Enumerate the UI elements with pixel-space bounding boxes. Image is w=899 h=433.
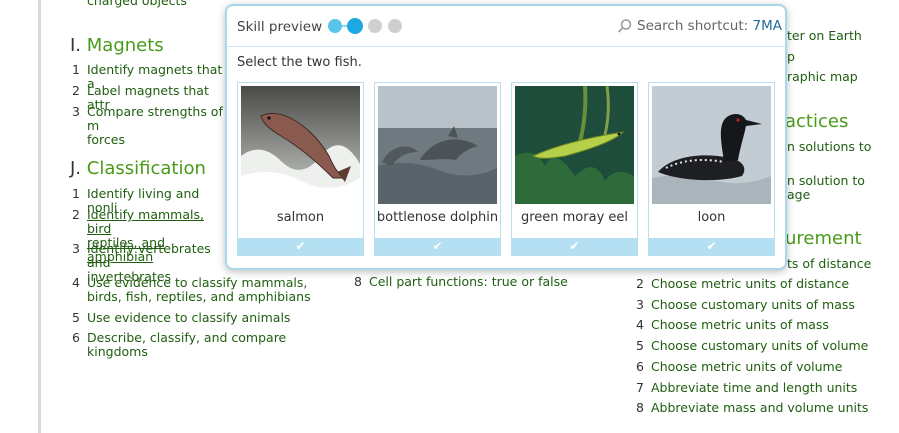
check-icon: ✔ [375,238,500,255]
page-left-border [38,0,41,433]
skill-preview-popup: Skill preview Search shortcut: 7MA Selec… [225,4,787,270]
search-icon [618,19,632,33]
skill-link[interactable]: 8 Abbreviate mass and volume units [636,401,891,415]
skill-link[interactable]: 4 Use evidence to classify mammals, birds… [72,276,327,304]
skill-link[interactable]: 2 Choose metric units of distance [636,277,891,291]
skill-link[interactable]: 6 Choose metric units of volume [636,360,891,374]
clipped-skill-text: ts of distance [787,256,872,271]
choice-label: green moray eel [520,210,629,225]
clipped-skill-text: n solutions to [787,139,872,154]
shortcut-code: 7MA [752,18,782,34]
search-shortcut: Search shortcut: 7MA [637,18,782,34]
clipped-skill-text: ter on Earth [787,28,862,43]
choice-card[interactable]: green moray eel ✔ [511,82,638,256]
dolphin-photo-icon [378,86,497,204]
skill-link[interactable]: 8 Cell part functions: true or false [354,275,589,289]
clipped-skill-text: p [787,49,795,64]
progress-dot-complete [328,19,342,33]
choice-card[interactable]: bottlenose dolphin ✔ [374,82,501,256]
clipped-section-title: urement [785,228,862,249]
check-icon: ✔ [238,238,363,255]
skill-link[interactable]: 4 Choose metric units of mass [636,318,891,332]
loon-photo-icon [652,86,771,204]
skill-link[interactable]: 5 Choose customary units of volume [636,339,891,353]
check-icon: ✔ [649,238,774,255]
skill-link[interactable]: 3 Compare strengths of m forces [72,105,227,147]
progress-dot-current [347,18,363,34]
skill-link[interactable]: 5 Use evidence to classify animals [72,311,327,325]
skill-link[interactable]: 7 Abbreviate time and length units [636,381,891,395]
progress-dot [388,19,402,33]
clipped-skill-text: n solution to [787,173,865,188]
progress-dot [368,19,382,33]
eel-photo-icon [515,86,634,204]
section-title-classification: J. Classification [70,158,206,179]
choice-card[interactable]: loon ✔ [648,82,775,256]
skill-preview-label: Skill preview [237,19,323,35]
salmon-photo-icon [241,86,360,204]
clipped-section-title: actices [785,111,849,132]
skill-link[interactable]: 3 Choose customary units of mass [636,298,891,312]
skill-link[interactable]: 6 Describe, classify, and compare kingdom… [72,331,327,359]
popup-header: Skill preview Search shortcut: 7MA [227,6,785,47]
clipped-skill-text: age [787,187,811,202]
check-icon: ✔ [512,238,637,255]
clipped-skill-text: raphic map [787,69,858,84]
choice-label: bottlenose dolphin [376,210,499,225]
choice-label: loon [697,210,726,225]
section-title-magnets: I. Magnets [70,35,164,56]
clipped-skill-text: charged objects [87,0,187,8]
choice-label: salmon [276,210,325,225]
progress-dots [328,18,404,34]
choice-card[interactable]: salmon ✔ [237,82,364,256]
question-text: Select the two fish. [237,55,362,70]
